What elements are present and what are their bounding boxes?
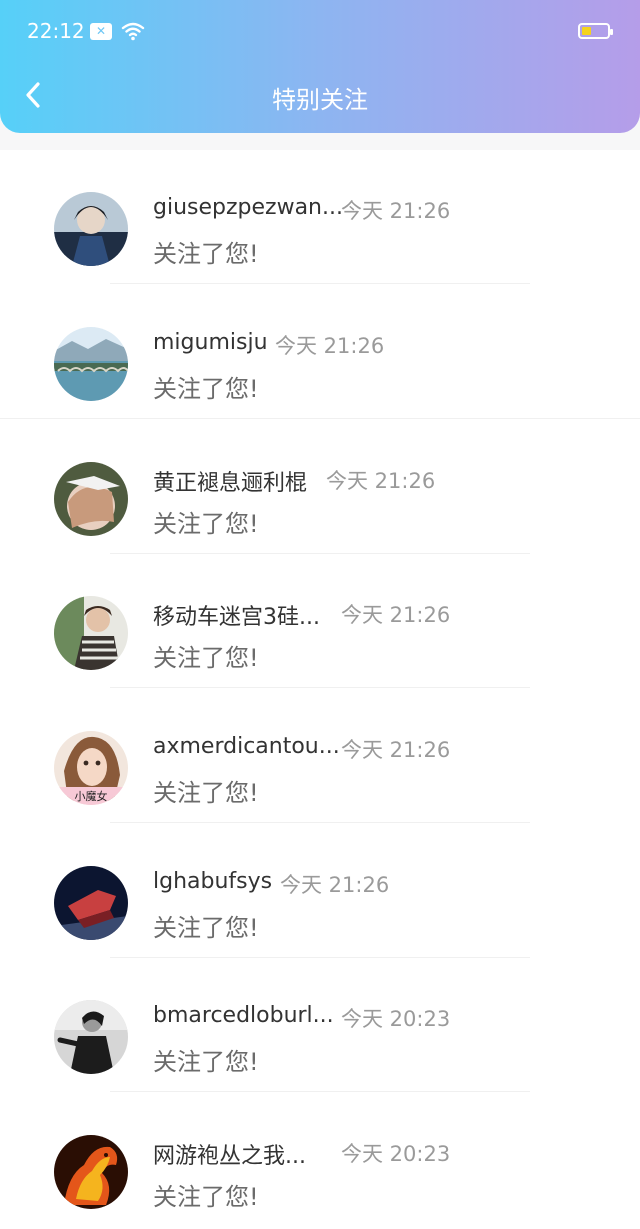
action-text: 关注了您! <box>153 375 259 403</box>
avatar[interactable] <box>54 462 128 536</box>
user-name[interactable]: 移动车迷宫3硅... <box>153 599 320 631</box>
avatar[interactable] <box>54 192 128 266</box>
user-name[interactable]: 黄正褪息逦利棍 <box>153 465 307 497</box>
avatar[interactable] <box>54 1135 128 1209</box>
action-text: 关注了您! <box>153 510 259 538</box>
list-item[interactable]: bmarcedloburl... 今天 20:23 关注了您! <box>0 958 640 1092</box>
user-name[interactable]: 网游袍丛之我... <box>153 1138 306 1170</box>
user-name[interactable]: lghabufsys <box>153 869 272 894</box>
avatar-caption: 小魔女 <box>75 789 108 803</box>
action-text: 关注了您! <box>153 1048 259 1076</box>
divider <box>110 1091 530 1092</box>
user-name[interactable]: axmerdicantou... <box>153 734 340 759</box>
divider <box>110 687 530 688</box>
list-item[interactable]: migumisju 今天 21:26 关注了您! <box>0 285 640 419</box>
timestamp: 今天 21:26 <box>341 199 451 223</box>
timestamp: 今天 21:26 <box>275 334 385 358</box>
timestamp: 今天 20:23 <box>341 1142 451 1166</box>
wifi-icon <box>121 22 145 41</box>
action-text: 关注了您! <box>153 1183 259 1211</box>
avatar[interactable] <box>54 866 128 940</box>
list-item[interactable]: 移动车迷宫3硅... 今天 21:26 关注了您! <box>0 554 640 688</box>
divider <box>110 283 530 284</box>
timestamp: 今天 21:26 <box>341 738 451 762</box>
action-text: 关注了您! <box>153 644 259 672</box>
avatar[interactable]: 小魔女 <box>54 731 128 805</box>
action-text: 关注了您! <box>153 914 259 942</box>
action-text: 关注了您! <box>153 779 259 807</box>
list-item[interactable]: 网游袍丛之我... 今天 20:23 关注了您! <box>0 1093 640 1227</box>
divider <box>0 418 640 419</box>
status-time: 22:12 <box>27 19 85 43</box>
page-title: 特别关注 <box>272 86 368 114</box>
action-text: 关注了您! <box>153 240 259 268</box>
header-bar: 22:12 ✕ 特别关注 <box>0 0 640 133</box>
sim-x-icon: ✕ <box>90 23 112 40</box>
timestamp: 今天 21:26 <box>326 469 436 493</box>
divider <box>110 822 530 823</box>
avatar[interactable] <box>54 596 128 670</box>
follow-list: giusepzpezwan... 今天 21:26 关注了您! migumisj… <box>0 150 640 1229</box>
timestamp: 今天 21:26 <box>341 603 451 627</box>
avatar[interactable] <box>54 1000 128 1074</box>
list-item[interactable]: lghabufsys 今天 21:26 关注了您! <box>0 824 640 958</box>
list-item[interactable]: 小魔女 axmerdicantou... 今天 21:26 关注了您! <box>0 689 640 823</box>
user-name[interactable]: giusepzpezwan... <box>153 195 343 220</box>
list-item[interactable]: giusepzpezwan... 今天 21:26 关注了您! <box>0 150 640 284</box>
user-name[interactable]: migumisju <box>153 330 268 355</box>
avatar[interactable] <box>54 327 128 401</box>
battery-level <box>582 27 591 35</box>
list-item[interactable]: 黄正褪息逦利棍 今天 21:26 关注了您! <box>0 420 640 554</box>
user-name[interactable]: bmarcedloburl... <box>153 1003 334 1028</box>
timestamp: 今天 20:23 <box>341 1007 451 1031</box>
timestamp: 今天 21:26 <box>280 873 390 897</box>
battery-icon <box>578 23 613 39</box>
